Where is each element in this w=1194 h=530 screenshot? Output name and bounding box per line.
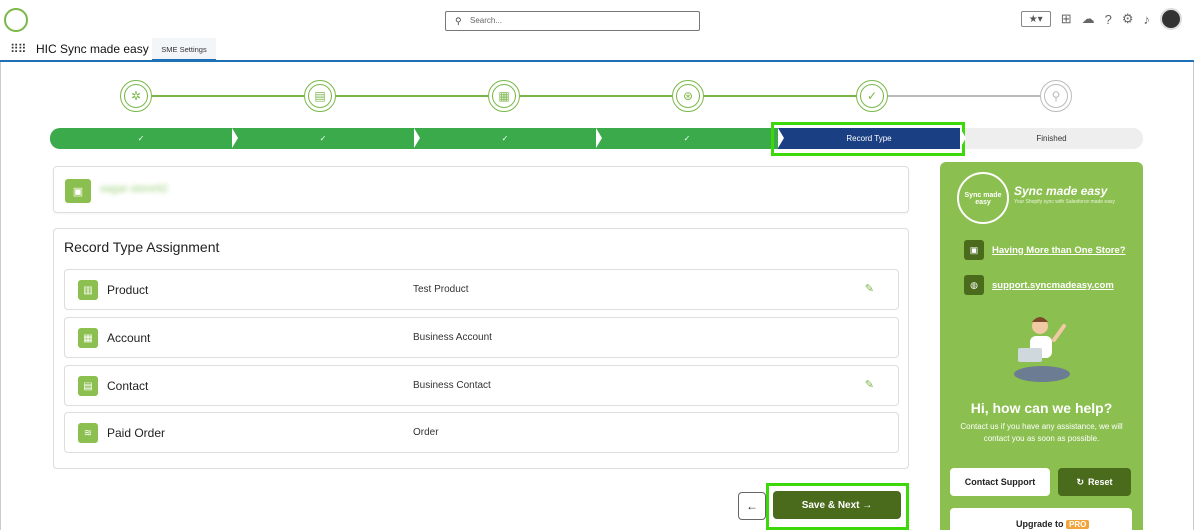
help-icon[interactable]: ?: [1105, 12, 1112, 27]
pro-badge: PRO: [1066, 520, 1090, 529]
reset-button[interactable]: ↻ Reset: [1058, 468, 1131, 496]
barcode-icon: ▥: [78, 280, 98, 300]
store-card: ▣ sagar-store92: [53, 166, 909, 213]
clipboard-check-icon: ✓: [856, 80, 888, 112]
row-value: Order: [413, 427, 439, 438]
step-connector: [520, 95, 672, 97]
link-more-stores[interactable]: ▣ Having More than One Store?: [964, 240, 1126, 260]
favorites-star-icon[interactable]: ★▾: [1020, 11, 1051, 27]
edit-pencil-icon[interactable]: ✎: [865, 378, 874, 391]
step-connector: [888, 95, 1040, 97]
search-input[interactable]: ⚲ Search...: [445, 11, 700, 31]
refresh-icon: ↻: [1076, 476, 1085, 487]
network-icon: ⊛: [672, 80, 704, 112]
row-value: Business Account: [413, 332, 492, 343]
gears-icon: ✲: [120, 80, 152, 112]
app-logo[interactable]: [4, 8, 28, 32]
step-finished[interactable]: Finished: [960, 128, 1143, 149]
sync-made-easy-logo: Sync made easy: [957, 172, 1009, 224]
tab-sme-settings[interactable]: SME Settings: [152, 38, 216, 62]
global-actions: ★▾ ⊞ ☁ ? ⚙ ♪: [1020, 8, 1182, 30]
highlight-save-next: [766, 483, 909, 530]
row-value: Business Contact: [413, 380, 491, 391]
section-title: Record Type Assignment: [64, 239, 220, 255]
row-label: Account: [107, 331, 151, 345]
add-icon[interactable]: ⊞: [1061, 11, 1072, 27]
app-nav-bar: ⠿⠿ HIC Sync made easy SME Settings: [0, 38, 1194, 62]
gear-icon[interactable]: ⚙: [1122, 11, 1134, 27]
store-icon: ▣: [964, 240, 984, 260]
help-sidebar: Sync made easy Sync made easy Your Shopi…: [940, 162, 1143, 530]
step-connector: [704, 95, 856, 97]
app-launcher-icon[interactable]: ⠿⠿: [10, 42, 27, 56]
record-row-account: ▦ Account Business Account: [64, 317, 899, 358]
record-type-assignment-card: Record Type Assignment ▥ Product Test Pr…: [53, 228, 909, 469]
edit-pencil-icon[interactable]: ✎: [865, 282, 874, 295]
id-card-icon: ▤: [304, 80, 336, 112]
help-text: Contact us if you have any assistance, w…: [960, 422, 1123, 443]
profile-icon: ▦: [488, 80, 520, 112]
step-2[interactable]: ✓: [232, 128, 420, 149]
step-connector: [336, 95, 488, 97]
brand-name: Sync made easy: [1014, 184, 1108, 198]
app-name: HIC Sync made easy: [36, 42, 149, 56]
search-icon: ⚲: [455, 16, 462, 26]
step-connector: [152, 95, 304, 97]
row-label: Product: [107, 283, 149, 297]
help-title: Hi, how can we help?: [970, 400, 1113, 416]
highlight-record-type: [771, 122, 965, 156]
building-icon: ▦: [78, 328, 98, 348]
layers-icon: ≋: [78, 423, 98, 443]
bell-icon[interactable]: ♪: [1144, 12, 1151, 27]
wizard-progress-bar: ✓ ✓ ✓ ✓ Record Type Finished: [50, 128, 1143, 149]
record-row-product: ▥ Product Test Product ✎: [64, 269, 899, 310]
globe-icon: ◍: [964, 275, 984, 295]
upgrade-pro-banner[interactable]: Upgrade to PRO: [950, 508, 1132, 530]
store-icon: ▣: [65, 179, 91, 203]
step-1[interactable]: ✓: [50, 128, 238, 149]
contact-support-button[interactable]: Contact Support: [950, 468, 1050, 496]
step-4[interactable]: ✓: [596, 128, 784, 149]
top-bar: ⚲ Search... ★▾ ⊞ ☁ ? ⚙ ♪: [0, 0, 1194, 38]
store-name: sagar-store92: [100, 183, 168, 195]
person-laptop-illustration: [1014, 317, 1070, 382]
step-3[interactable]: ✓: [414, 128, 602, 149]
row-label: Paid Order: [107, 426, 166, 440]
row-value: Test Product: [413, 284, 469, 295]
brand-tagline: Your Shopify sync with Salesforce made e…: [1014, 199, 1115, 205]
contact-card-icon: ▤: [78, 376, 98, 396]
plug-icon: ⚲: [1040, 80, 1072, 112]
link-support-site[interactable]: ◍ support.syncmadeasy.com: [964, 275, 1114, 295]
row-label: Contact: [107, 379, 149, 393]
avatar[interactable]: [1160, 8, 1182, 30]
record-row-paid-order: ≋ Paid Order Order: [64, 412, 899, 453]
cloud-icon[interactable]: ☁: [1082, 11, 1095, 27]
record-row-contact: ▤ Contact Business Contact ✎: [64, 365, 899, 406]
back-button[interactable]: ←: [738, 492, 766, 520]
